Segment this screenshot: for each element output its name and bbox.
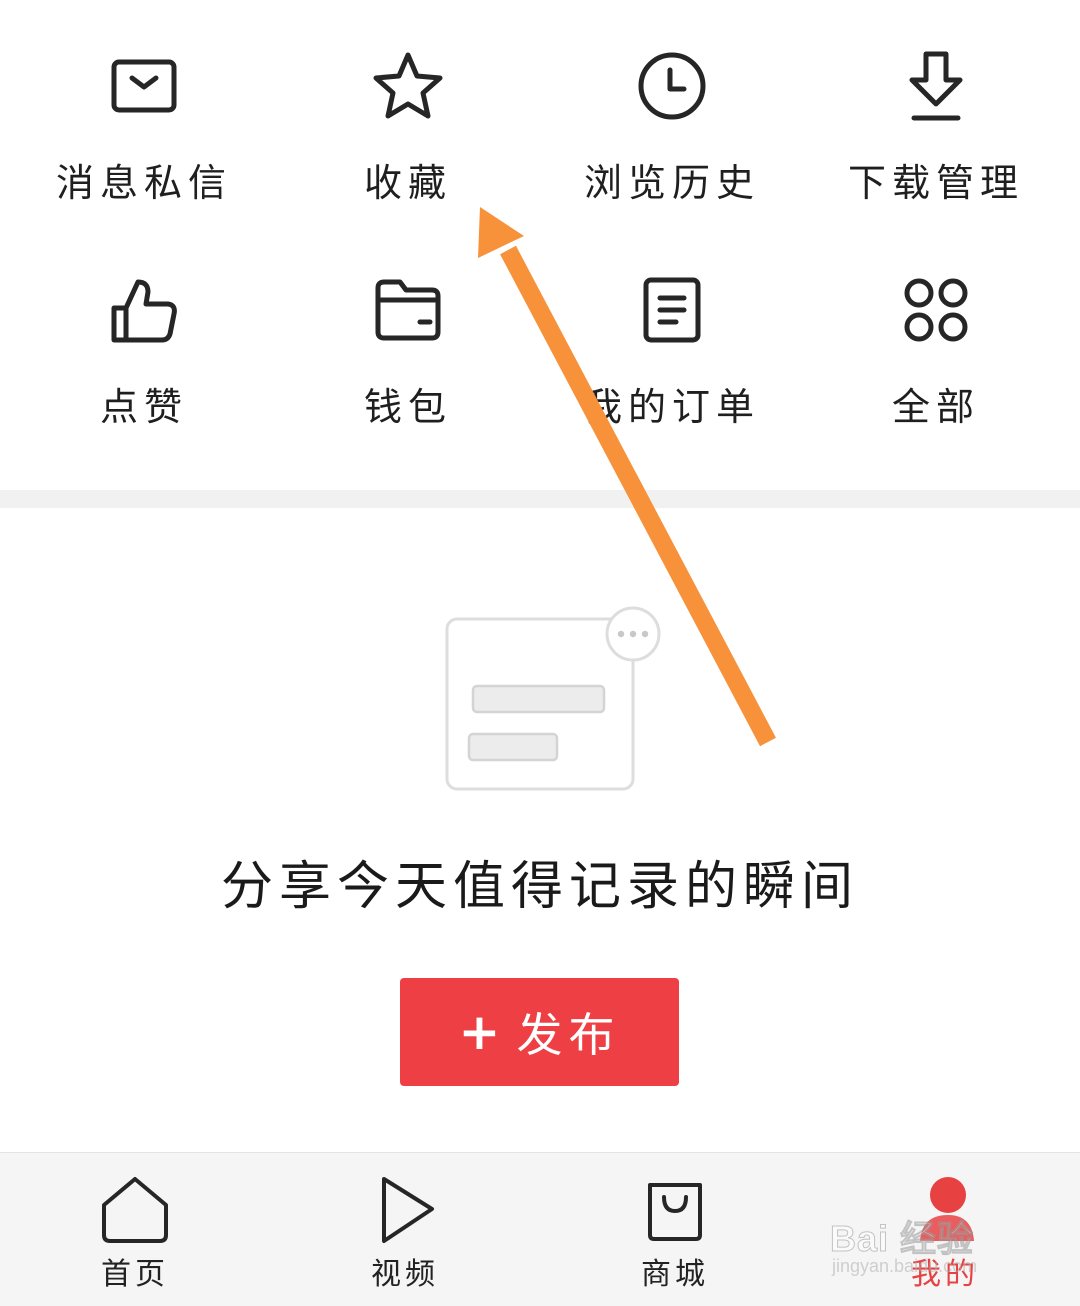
nav-item-label: 首页 xyxy=(101,1257,169,1292)
nav-item-video[interactable]: 视频 xyxy=(270,1153,540,1306)
nav-item-label: 我的 xyxy=(911,1257,979,1292)
nav-item-label: 商城 xyxy=(641,1257,709,1292)
grid-item-label: 点赞 xyxy=(99,385,188,429)
home-icon xyxy=(100,1175,170,1245)
grid-item-label: 钱包 xyxy=(363,385,452,429)
grid-item-wallet[interactable]: 钱包 xyxy=(276,0,540,429)
grid-item-label: 全部 xyxy=(891,385,980,429)
empty-state-illustration xyxy=(438,600,668,800)
order-icon xyxy=(632,270,712,350)
nav-item-home[interactable]: 首页 xyxy=(0,1153,270,1306)
wallet-icon xyxy=(368,270,448,350)
profile-icon xyxy=(910,1175,980,1245)
grid-item-label: 我的订单 xyxy=(583,385,760,429)
empty-state-title: 分享今天值得记录的瞬间 xyxy=(220,857,859,917)
thumbs-up-icon xyxy=(104,270,184,350)
section-divider xyxy=(0,490,1080,508)
play-icon xyxy=(370,1175,440,1245)
nav-item-label: 视频 xyxy=(371,1257,439,1292)
grid-item-likes[interactable]: 点赞 xyxy=(12,0,276,429)
grid-item-orders[interactable]: 我的订单 xyxy=(540,0,804,429)
plus-icon: + xyxy=(458,1003,501,1061)
nav-item-mine[interactable]: 我的 xyxy=(810,1153,1080,1306)
publish-button[interactable]: + 发布 xyxy=(400,978,679,1086)
grid-item-all[interactable]: 全部 xyxy=(804,0,1068,429)
publish-button-label: 发布 xyxy=(516,1008,621,1062)
bottom-nav: 首页 视频 商城 我的 xyxy=(0,1152,1080,1306)
feature-grid: 消息私信 收藏 浏览历史 下载管理 点赞 钱包 我的订单 全部 xyxy=(0,0,1080,490)
nav-item-mall[interactable]: 商城 xyxy=(540,1153,810,1306)
shopping-bag-icon xyxy=(640,1175,710,1245)
grid-icon xyxy=(896,270,976,350)
